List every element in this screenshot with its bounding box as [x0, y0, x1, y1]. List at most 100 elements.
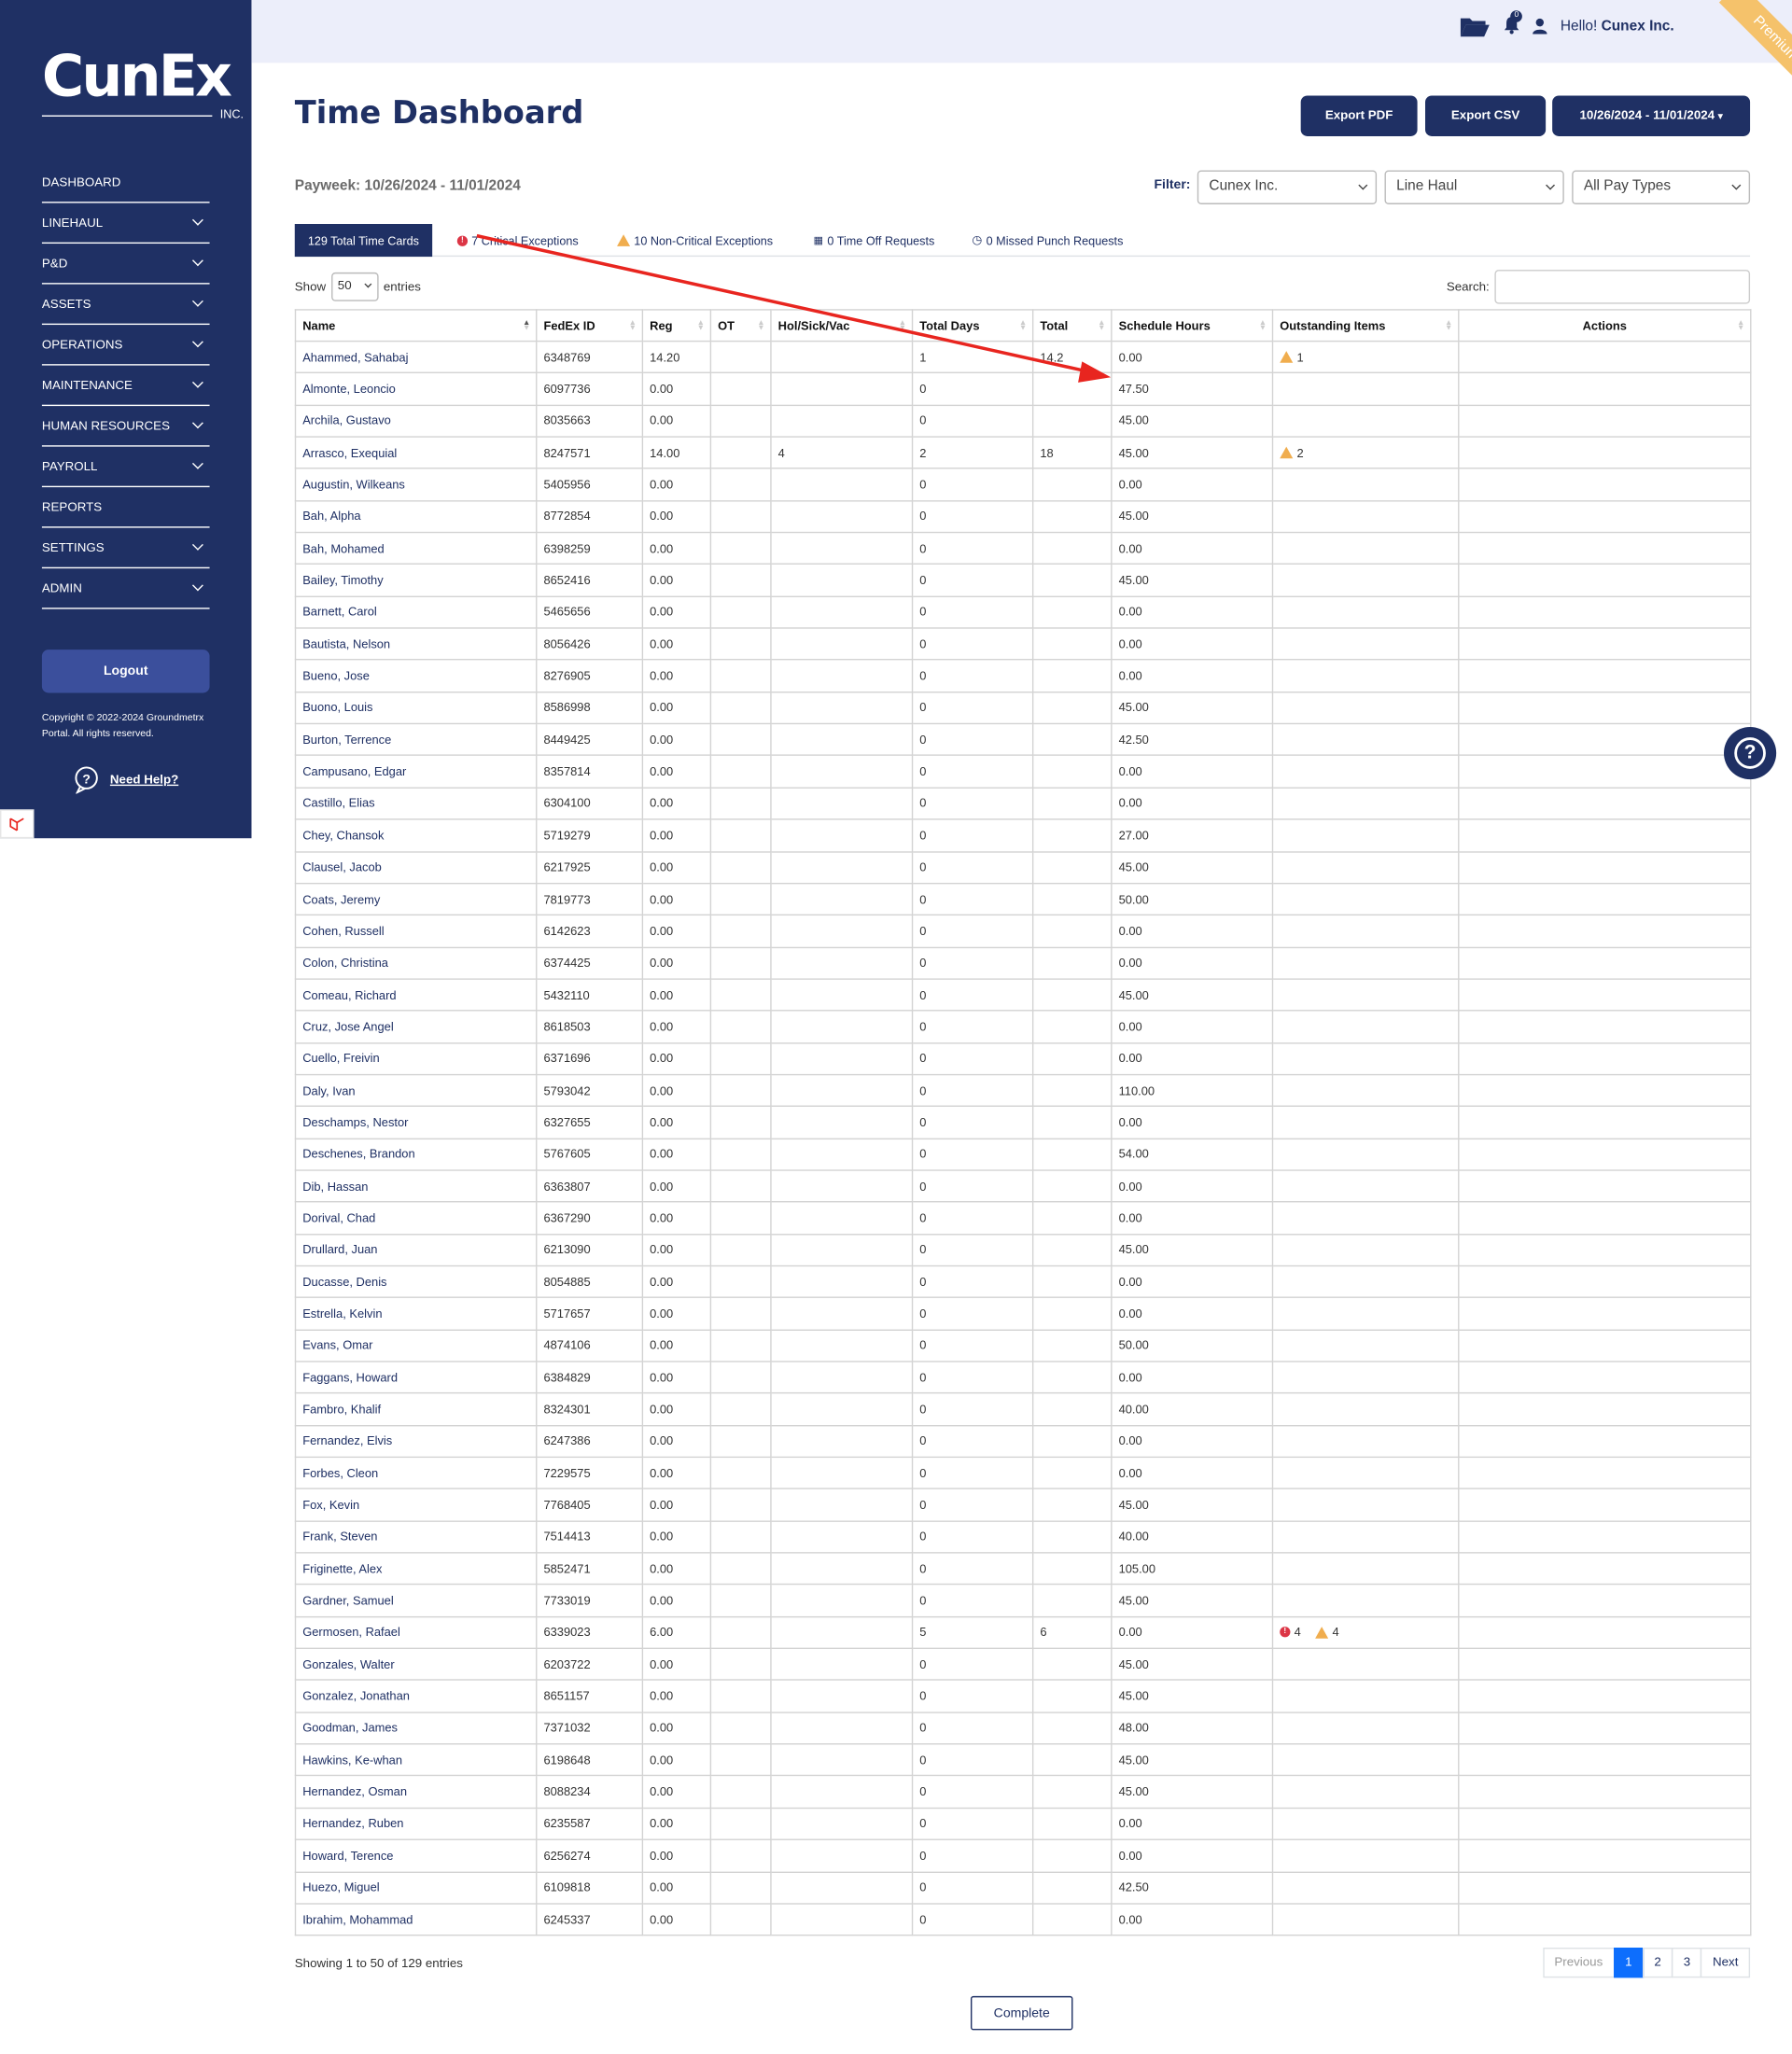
- actions-cell[interactable]: [1458, 595, 1752, 629]
- column-header-fedex-id[interactable]: FedEx ID ▲ ▼: [536, 309, 644, 342]
- column-header-actions[interactable]: Actions ▲ ▼: [1458, 309, 1752, 342]
- actions-cell[interactable]: [1458, 627, 1752, 661]
- actions-cell[interactable]: [1458, 1296, 1752, 1331]
- actions-cell[interactable]: [1458, 1329, 1752, 1362]
- actions-cell[interactable]: [1458, 1073, 1752, 1108]
- need-help-link[interactable]: ? Need Help?: [74, 765, 178, 794]
- employee-name-link[interactable]: Archila, Gustavo: [294, 404, 538, 438]
- employee-name-link[interactable]: Ibrahim, Mohammad: [294, 1903, 538, 1936]
- actions-cell[interactable]: [1458, 468, 1752, 502]
- sidebar-item-admin[interactable]: ADMIN: [41, 568, 210, 609]
- employee-name-link[interactable]: Campusano, Edgar: [294, 755, 538, 789]
- employee-name-link[interactable]: Huezo, Miguel: [294, 1870, 538, 1905]
- employee-name-link[interactable]: Bah, Alpha: [294, 499, 538, 534]
- column-header-ot[interactable]: OT ▲ ▼: [709, 309, 772, 342]
- employee-name-link[interactable]: Forbes, Cleon: [294, 1456, 538, 1490]
- actions-cell[interactable]: [1458, 1138, 1752, 1171]
- employee-name-link[interactable]: Buono, Louis: [294, 691, 538, 725]
- actions-cell[interactable]: [1458, 978, 1752, 1012]
- column-header-name[interactable]: Name ▲ ▼: [294, 309, 538, 342]
- employee-name-link[interactable]: Colon, Christina: [294, 946, 538, 980]
- tab-non-critical-exceptions[interactable]: 10 Non-Critical Exceptions: [617, 224, 773, 257]
- sidebar-item-payroll[interactable]: PAYROLL: [41, 447, 210, 488]
- employee-name-link[interactable]: Hernandez, Osman: [294, 1775, 538, 1809]
- sidebar-item-linehaul[interactable]: LINEHAUL: [41, 203, 210, 245]
- employee-name-link[interactable]: Chey, Chansok: [294, 818, 538, 852]
- employee-name-link[interactable]: Cruz, Jose Angel: [294, 1010, 538, 1043]
- actions-cell[interactable]: [1458, 1233, 1752, 1267]
- actions-cell[interactable]: [1458, 340, 1752, 374]
- employee-name-link[interactable]: Deschenes, Brandon: [294, 1138, 538, 1171]
- actions-cell[interactable]: [1458, 1647, 1752, 1682]
- actions-cell[interactable]: [1458, 1201, 1752, 1235]
- actions-cell[interactable]: [1458, 1712, 1752, 1745]
- employee-name-link[interactable]: Clausel, Jacob: [294, 850, 538, 885]
- actions-cell[interactable]: [1458, 1520, 1752, 1554]
- employee-name-link[interactable]: Gardner, Samuel: [294, 1584, 538, 1617]
- actions-cell[interactable]: [1458, 436, 1752, 469]
- company-filter-select[interactable]: Cunex Inc.: [1197, 170, 1378, 204]
- employee-name-link[interactable]: Cuello, Freivin: [294, 1041, 538, 1076]
- sidebar-item-p-d[interactable]: P&D: [41, 244, 210, 285]
- laravel-icon[interactable]: [0, 809, 35, 839]
- tab-critical-exceptions[interactable]: ! 7 Critical Exceptions: [456, 224, 579, 257]
- help-fab-button[interactable]: ?: [1724, 726, 1777, 780]
- sidebar-item-operations[interactable]: OPERATIONS: [41, 325, 210, 366]
- employee-name-link[interactable]: Arrasco, Exequial: [294, 436, 538, 469]
- employee-name-link[interactable]: Fox, Kevin: [294, 1488, 538, 1522]
- employee-name-link[interactable]: Ducasse, Denis: [294, 1265, 538, 1299]
- export-pdf-button[interactable]: Export PDF: [1300, 95, 1418, 136]
- critical-count[interactable]: ! 4: [1280, 1626, 1301, 1639]
- warning-count[interactable]: 2: [1280, 446, 1304, 459]
- employee-name-link[interactable]: Bailey, Timothy: [294, 564, 538, 597]
- actions-cell[interactable]: [1458, 1041, 1752, 1076]
- date-range-dropdown[interactable]: 10/26/2024 - 11/01/2024 ▾: [1552, 95, 1751, 136]
- column-header-reg[interactable]: Reg ▲ ▼: [641, 309, 712, 342]
- actions-cell[interactable]: [1458, 1903, 1752, 1936]
- actions-cell[interactable]: [1458, 1615, 1752, 1650]
- actions-cell[interactable]: [1458, 1105, 1752, 1139]
- employee-name-link[interactable]: Dib, Hassan: [294, 1169, 538, 1203]
- actions-cell[interactable]: [1458, 1838, 1752, 1873]
- column-header-hol-sick-vac[interactable]: Hol/Sick/Vac ▲ ▼: [770, 309, 914, 342]
- employee-name-link[interactable]: Estrella, Kelvin: [294, 1296, 538, 1331]
- employee-name-link[interactable]: Dorival, Chad: [294, 1201, 538, 1235]
- export-csv-button[interactable]: Export CSV: [1425, 95, 1547, 136]
- next-page-button[interactable]: Next: [1701, 1948, 1751, 1978]
- actions-cell[interactable]: [1458, 914, 1752, 948]
- employee-name-link[interactable]: Germosen, Rafael: [294, 1615, 538, 1650]
- employee-name-link[interactable]: Howard, Terence: [294, 1838, 538, 1873]
- employee-name-link[interactable]: Faggans, Howard: [294, 1361, 538, 1394]
- employee-name-link[interactable]: Evans, Omar: [294, 1329, 538, 1362]
- entries-select[interactable]: 50: [330, 272, 379, 301]
- employee-name-link[interactable]: Bah, Mohamed: [294, 531, 538, 566]
- employee-name-link[interactable]: Drullard, Juan: [294, 1233, 538, 1267]
- employee-name-link[interactable]: Burton, Terrence: [294, 722, 538, 757]
- actions-cell[interactable]: [1458, 755, 1752, 789]
- employee-name-link[interactable]: Augustin, Wilkeans: [294, 468, 538, 502]
- tab-missed-punch-requests[interactable]: ◷ 0 Missed Punch Requests: [972, 224, 1123, 257]
- sidebar-item-maintenance[interactable]: MAINTENANCE: [41, 366, 210, 407]
- column-header-total-days[interactable]: Total Days ▲ ▼: [911, 309, 1034, 342]
- actions-cell[interactable]: [1458, 1743, 1752, 1777]
- actions-cell[interactable]: [1458, 659, 1752, 693]
- employee-name-link[interactable]: Ahammed, Sahabaj: [294, 340, 538, 374]
- employee-name-link[interactable]: Hernandez, Ruben: [294, 1807, 538, 1841]
- actions-cell[interactable]: [1458, 1361, 1752, 1394]
- employee-name-link[interactable]: Cohen, Russell: [294, 914, 538, 948]
- actions-cell[interactable]: [1458, 850, 1752, 885]
- actions-cell[interactable]: [1458, 372, 1752, 406]
- warning-count[interactable]: 4: [1315, 1626, 1339, 1639]
- user-icon[interactable]: [1533, 18, 1547, 35]
- cunex-logo[interactable]: CunEx INC.: [41, 44, 244, 123]
- actions-cell[interactable]: [1458, 1456, 1752, 1490]
- sidebar-item-reports[interactable]: REPORTS: [41, 487, 210, 528]
- actions-cell[interactable]: [1458, 818, 1752, 852]
- actions-cell[interactable]: [1458, 882, 1752, 916]
- actions-cell[interactable]: [1458, 1488, 1752, 1522]
- actions-cell[interactable]: [1458, 1584, 1752, 1617]
- sidebar-item-assets[interactable]: ASSETS: [41, 285, 210, 326]
- actions-cell[interactable]: [1458, 1424, 1752, 1459]
- previous-page-button[interactable]: Previous: [1542, 1948, 1615, 1978]
- logout-button[interactable]: Logout: [41, 650, 210, 693]
